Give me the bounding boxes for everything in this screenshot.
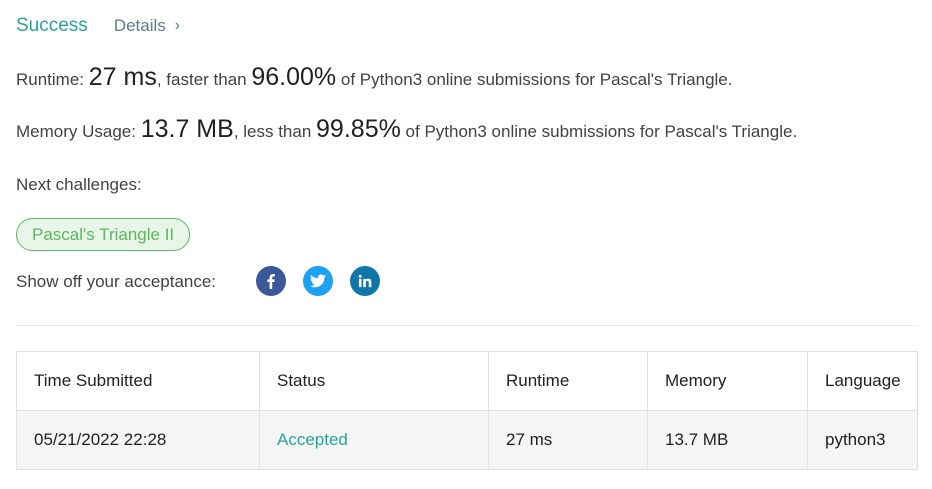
cell-runtime: 27 ms — [488, 410, 648, 470]
submission-result-panel: Success Details › Runtime: 27 ms, faster… — [0, 0, 932, 489]
accepted-link[interactable]: Accepted — [277, 430, 348, 449]
column-header-language[interactable]: Language — [807, 351, 918, 411]
status-success: Success — [16, 15, 88, 36]
memory-prefix: Memory Usage: — [16, 122, 141, 141]
cell-status: Accepted — [259, 410, 489, 470]
runtime-prefix: Runtime: — [16, 70, 89, 89]
runtime-suffix: of Python3 online submissions for Pascal… — [336, 70, 733, 89]
runtime-percent: 96.00% — [251, 63, 337, 91]
memory-stat: Memory Usage: 13.7 MB, less than 99.85% … — [16, 115, 797, 144]
runtime-value: 27 ms — [88, 63, 157, 91]
table-header-row: Time Submitted Status Runtime Memory Lan… — [16, 351, 918, 411]
result-header: Success Details › — [16, 15, 180, 37]
next-challenges-label: Next challenges: — [16, 175, 142, 194]
submissions-table: Time Submitted Status Runtime Memory Lan… — [16, 351, 918, 470]
details-link[interactable]: Details › — [114, 16, 180, 36]
column-header-time-submitted[interactable]: Time Submitted — [16, 351, 260, 411]
table-row: 05/21/2022 22:28 Accepted 27 ms 13.7 MB … — [16, 410, 918, 470]
divider — [16, 325, 918, 326]
chevron-right-icon: › — [174, 17, 181, 34]
cell-time-submitted: 05/21/2022 22:28 — [16, 410, 260, 470]
cell-memory: 13.7 MB — [647, 410, 808, 470]
twitter-icon[interactable] — [303, 266, 333, 296]
column-header-status[interactable]: Status — [259, 351, 489, 411]
next-challenge-button[interactable]: Pascal's Triangle II — [16, 218, 191, 251]
share-label: Show off your acceptance: — [16, 272, 217, 291]
linkedin-icon[interactable] — [350, 266, 380, 296]
memory-value: 13.7 MB — [140, 115, 234, 143]
memory-suffix: of Python3 online submissions for Pascal… — [400, 122, 798, 141]
memory-middle: , less than — [233, 122, 317, 141]
runtime-middle: , faster than — [156, 70, 252, 89]
column-header-runtime[interactable]: Runtime — [488, 351, 648, 411]
details-label: Details — [113, 16, 166, 35]
column-header-memory[interactable]: Memory — [647, 351, 808, 411]
facebook-icon[interactable] — [256, 266, 286, 296]
cell-language: python3 — [807, 410, 918, 470]
memory-percent: 99.85% — [316, 115, 401, 143]
runtime-stat: Runtime: 27 ms, faster than 96.00% of Py… — [16, 63, 732, 92]
